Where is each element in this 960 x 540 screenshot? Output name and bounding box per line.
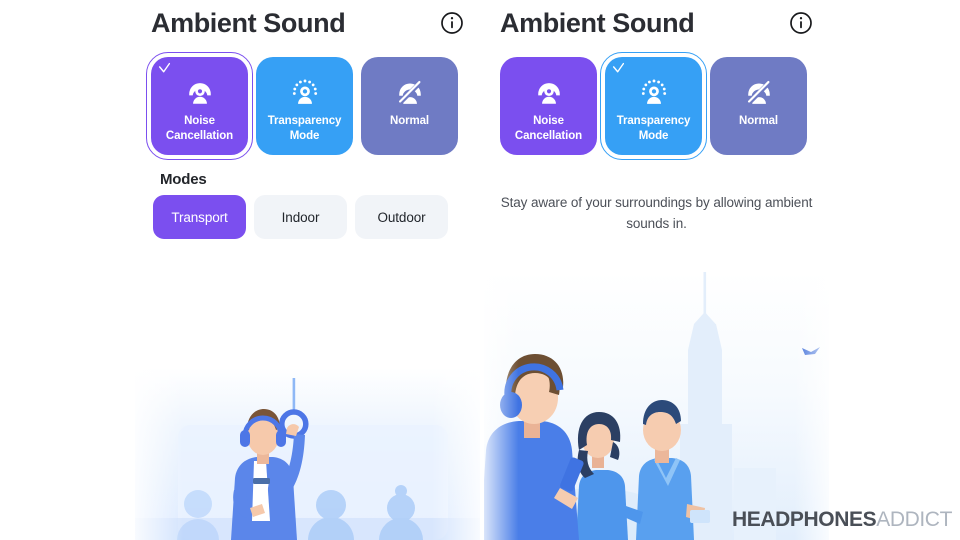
- anc-card-label: Noise Cancellation: [165, 115, 234, 142]
- mode-chip-label: Indoor: [281, 209, 320, 225]
- modes-chip-row: Transport Indoor Outdoor: [153, 195, 448, 239]
- anc-card-label: Normal: [738, 115, 779, 127]
- page-title: Ambient Sound: [151, 8, 346, 38]
- page-title: Ambient Sound: [500, 8, 695, 38]
- person-slash-icon: [746, 79, 772, 106]
- person-transparency-icon: [292, 79, 317, 104]
- watermark-bold: HEADPHONES: [732, 508, 877, 531]
- anc-card-label: Noise Cancellation: [514, 115, 583, 142]
- anc-card-normal[interactable]: Normal: [361, 57, 458, 155]
- anc-card-transparency-mode[interactable]: Transparency Mode: [256, 57, 353, 155]
- mode-description-text: Stay aware of your surroundings by allow…: [500, 195, 813, 231]
- mode-chip-indoor[interactable]: Indoor: [254, 195, 347, 239]
- person-noise-cancel-icon: [537, 83, 560, 104]
- info-circle-icon[interactable]: [789, 11, 813, 35]
- anc-card-noise-cancellation[interactable]: Noise Cancellation: [500, 57, 597, 155]
- person-noise-cancel-icon: [188, 83, 211, 104]
- subway-commuter-with-headphones-illustration: [135, 368, 480, 540]
- check-icon: [612, 62, 625, 73]
- mode-chip-label: Transport: [171, 209, 228, 225]
- anc-card-normal[interactable]: Normal: [710, 57, 807, 155]
- anc-card-transparency-mode[interactable]: Transparency Mode: [600, 52, 707, 160]
- panel-header-right: Ambient Sound: [500, 6, 813, 40]
- anc-card-label: Transparency Mode: [616, 115, 691, 142]
- anc-card-noise-cancellation[interactable]: Noise Cancellation: [146, 52, 253, 160]
- info-circle-icon[interactable]: [440, 11, 464, 35]
- anc-card-label: Normal: [389, 115, 430, 127]
- mode-chip-label: Outdoor: [377, 209, 426, 225]
- mode-chip-outdoor[interactable]: Outdoor: [355, 195, 448, 239]
- anc-mode-cards-right: Noise Cancellation Transparency Mode Nor…: [500, 52, 807, 160]
- panel-header-left: Ambient Sound: [151, 6, 464, 40]
- watermark: HEADPHONESADDICT: [732, 508, 952, 532]
- mode-chip-transport[interactable]: Transport: [153, 195, 246, 239]
- modes-section-title: Modes: [160, 171, 207, 188]
- check-icon: [158, 62, 171, 73]
- city-street-walker-with-headphones-illustration: [484, 272, 829, 540]
- person-transparency-icon: [641, 79, 666, 104]
- watermark-light: ADDICT: [876, 508, 952, 531]
- anc-mode-cards-left: Noise Cancellation Transparency Mode Nor…: [146, 52, 458, 160]
- anc-card-label: Transparency Mode: [267, 115, 342, 142]
- screenshot-root: Ambient Sound Noise Cancellation Transpa…: [0, 0, 960, 540]
- person-slash-icon: [397, 79, 423, 106]
